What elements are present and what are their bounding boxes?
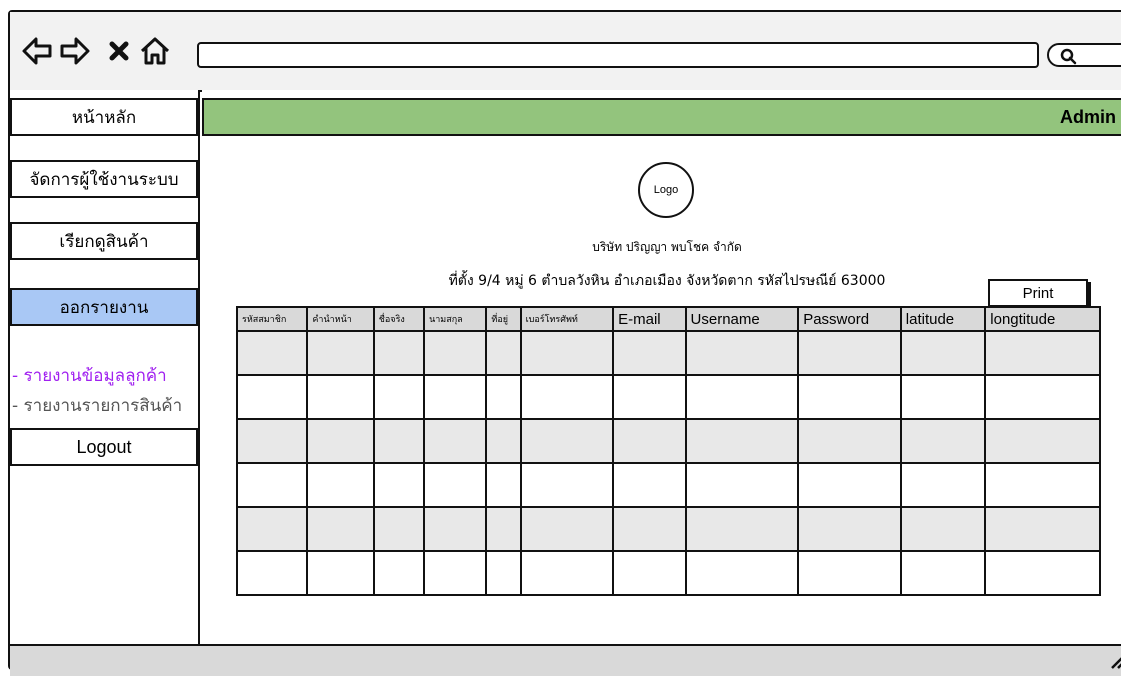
sidebar-item-reports[interactable]: ออกรายงาน [10, 288, 198, 326]
column-header-member-id: รหัสสมาชิก [235, 306, 309, 332]
sidebar-item-home[interactable]: หน้าหลัก [10, 98, 198, 136]
column-header-last-name: นามสกุล [423, 306, 488, 332]
sidebar-item-manage-users[interactable]: จัดการผู้ใช้งานระบบ [10, 160, 198, 198]
column-header-first-name: ชื่อจริง [372, 306, 426, 332]
print-button[interactable]: Print [988, 279, 1088, 307]
column-header-latitude: latitude [899, 306, 987, 332]
column-header-address: ที่อยู่ [485, 306, 522, 332]
company-address: ที่ตั้ง 9/4 หมู่ 6 ตำบลวังหิน อำเภอเมือง… [448, 273, 886, 289]
search-button[interactable] [1047, 43, 1121, 67]
sidebar-item-browse-products[interactable]: เรียกดูสินค้า [10, 222, 198, 260]
table-row [235, 462, 1101, 508]
status-bar [10, 644, 1121, 676]
column-header-title: คำนำหน้า [306, 306, 375, 332]
column-header-email: E-mail [612, 306, 687, 332]
resize-grip-icon[interactable] [1106, 650, 1121, 670]
column-header-phone: เบอร์โทรศัพท์ [519, 306, 615, 332]
search-icon [1060, 48, 1077, 65]
home-icon[interactable] [138, 34, 172, 68]
table-row [235, 550, 1101, 596]
table-row [235, 506, 1101, 552]
table-header-row: รหัสสมาชิก คำนำหน้า ชื่อจริง นามสกุล ที่… [235, 306, 1101, 332]
browser-window: หน้าหลัก จัดการผู้ใช้งานระบบ เรียกดูสินค… [8, 10, 1121, 676]
sidebar-subitem-customer-report[interactable]: - รายงานข้อมูลลูกค้า [12, 362, 167, 389]
back-arrow-icon[interactable] [20, 34, 54, 68]
table-row [235, 330, 1101, 376]
column-header-username: Username [684, 306, 800, 332]
sidebar: หน้าหลัก จัดการผู้ใช้งานระบบ เรียกดูสินค… [10, 90, 200, 644]
column-header-longtitude: longtitude [984, 306, 1101, 332]
browser-toolbar [10, 12, 1121, 92]
company-name: บริษัท ปริญญา พบโชค จำกัด [592, 240, 742, 254]
admin-label: Admin [1060, 107, 1116, 127]
column-header-password: Password [797, 306, 902, 332]
company-logo: Logo [638, 162, 694, 218]
table-row [235, 374, 1101, 420]
address-bar[interactable] [197, 42, 1039, 68]
table-row [235, 418, 1101, 464]
close-icon[interactable] [102, 34, 136, 68]
header-bar: Admin [202, 98, 1121, 136]
customer-report-table: รหัสสมาชิก คำนำหน้า ชื่อจริง นามสกุล ที่… [235, 306, 1101, 596]
sidebar-subitem-product-report[interactable]: - รายงานรายการสินค้า [12, 392, 182, 419]
forward-arrow-icon[interactable] [58, 34, 92, 68]
main-content: Admin Logo บริษัท ปริญญา พบโชค จำกัด ที่… [202, 90, 1121, 644]
logout-button[interactable]: Logout [10, 428, 198, 466]
